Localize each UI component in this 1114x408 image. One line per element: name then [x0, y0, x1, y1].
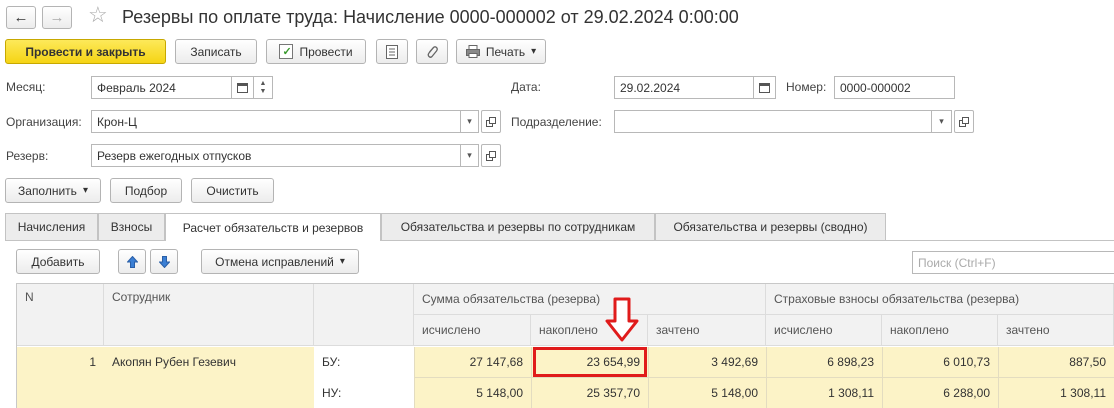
bu-liability-offset[interactable]: 3 492,69: [648, 347, 766, 377]
header-insurance-accrued[interactable]: исчислено: [766, 315, 882, 346]
date-calendar-button[interactable]: [754, 76, 776, 99]
paperclip-icon: [427, 46, 438, 58]
nu-liability-accrued[interactable]: 5 148,00: [414, 378, 531, 408]
header-type: [314, 284, 414, 346]
nu-liability-accumulated[interactable]: 25 357,70: [531, 378, 648, 408]
arrow-up-icon: [126, 255, 138, 268]
reserve-open-button[interactable]: [481, 144, 501, 167]
fill-button[interactable]: Заполнить ▾: [5, 178, 101, 203]
month-calendar-button[interactable]: [232, 76, 254, 99]
header-n[interactable]: N: [17, 284, 104, 346]
open-window-icon: [959, 116, 969, 127]
header-insurance-group: Страховые взносы обязательства (резерва): [766, 284, 1114, 315]
print-button[interactable]: Печать ▾: [456, 39, 546, 64]
organization-open-button[interactable]: [481, 110, 501, 133]
pick-button[interactable]: Подбор: [110, 178, 182, 203]
search-input[interactable]: Поиск (Ctrl+F): [912, 251, 1114, 274]
header-liability-group: Сумма обязательства (резерва): [414, 284, 766, 315]
clear-button[interactable]: Очистить: [191, 178, 274, 203]
tab-accruals[interactable]: Начисления: [5, 213, 98, 240]
post-label: Провести: [299, 44, 353, 59]
search-placeholder: Поиск (Ctrl+F): [918, 255, 996, 270]
arrow-down-icon: [158, 255, 170, 268]
reserve-label: Резерв:: [6, 149, 49, 163]
save-button[interactable]: Записать: [175, 39, 257, 64]
bu-label: БУ:: [322, 355, 341, 369]
month-spin-button[interactable]: ▲ ▼: [254, 76, 273, 99]
spin-down-icon: ▼: [259, 87, 267, 95]
post-icon: ✓: [279, 44, 294, 59]
fill-label: Заполнить: [18, 183, 77, 198]
date-label: Дата:: [511, 80, 541, 94]
organization-dropdown-button[interactable]: ▾: [461, 110, 479, 133]
header-employee[interactable]: Сотрудник: [104, 284, 314, 346]
attach-button[interactable]: [416, 39, 448, 64]
nu-liability-offset[interactable]: 5 148,00: [648, 378, 766, 408]
document-list-icon: [386, 44, 398, 59]
row-number: 1: [89, 355, 96, 369]
department-dropdown-button[interactable]: ▾: [932, 110, 952, 133]
nu-insurance-accrued[interactable]: 1 308,11: [766, 378, 882, 408]
employee-name[interactable]: Акопян Рубен Гезевич: [112, 347, 312, 377]
month-label: Месяц:: [6, 80, 46, 94]
add-button[interactable]: Добавить: [16, 249, 100, 274]
chevron-down-icon: ▾: [339, 256, 345, 267]
annotation-arrow-down-icon: [605, 297, 639, 342]
chevron-down-icon: ▾: [531, 46, 537, 57]
favorite-star-icon[interactable]: ☆: [88, 2, 108, 28]
calendar-icon: [237, 83, 248, 93]
header-insurance-offset[interactable]: зачтено: [998, 315, 1114, 346]
move-down-button[interactable]: [150, 249, 178, 274]
page-title: Резервы по оплате труда: Начисление 0000…: [122, 7, 739, 27]
bu-insurance-accrued[interactable]: 6 898,23: [766, 347, 882, 377]
calendar-icon: [759, 83, 770, 93]
bu-insurance-offset[interactable]: 887,50: [998, 347, 1114, 377]
header-insurance-accumulated[interactable]: накоплено: [882, 315, 998, 346]
chevron-down-icon: ▾: [82, 185, 88, 196]
number-label: Номер:: [786, 80, 827, 94]
nu-insurance-offset[interactable]: 1 308,11: [998, 378, 1114, 408]
department-open-button[interactable]: [954, 110, 974, 133]
highlight-box: [533, 347, 647, 377]
cancel-fixes-button[interactable]: Отмена исправлений ▾: [201, 249, 359, 274]
print-label: Печать: [485, 44, 526, 59]
reserve-dropdown-button[interactable]: ▾: [461, 144, 479, 167]
spin-up-icon: ▲: [259, 79, 267, 87]
header-liability-accrued[interactable]: исчислено: [414, 315, 531, 346]
open-window-icon: [486, 116, 496, 127]
date-field[interactable]: 29.02.2024: [614, 76, 754, 99]
move-up-button[interactable]: [118, 249, 146, 274]
post-and-close-button[interactable]: Провести и закрыть: [5, 39, 166, 64]
tab-employees[interactable]: Обязательства и резервы по сотрудникам: [381, 213, 655, 240]
open-window-icon: [486, 150, 496, 161]
cancel-fixes-label: Отмена исправлений: [215, 254, 334, 269]
list-button[interactable]: [376, 39, 408, 64]
department-label: Подразделение:: [511, 115, 602, 129]
tab-calculation[interactable]: Расчет обязательств и резервов: [165, 213, 381, 241]
post-button[interactable]: ✓ Провести: [266, 39, 366, 64]
forward-button[interactable]: →: [42, 6, 72, 29]
tab-summary[interactable]: Обязательства и резервы (сводно): [655, 213, 886, 240]
department-field[interactable]: [614, 110, 932, 133]
number-field[interactable]: 0000-000002: [834, 76, 955, 99]
bu-insurance-accumulated[interactable]: 6 010,73: [882, 347, 998, 377]
organization-label: Организация:: [6, 115, 82, 129]
nu-label: НУ:: [322, 386, 342, 400]
printer-icon: [465, 45, 480, 58]
bu-liability-accrued[interactable]: 27 147,68: [414, 347, 531, 377]
tab-contributions[interactable]: Взносы: [98, 213, 165, 240]
header-liability-offset[interactable]: зачтено: [648, 315, 766, 346]
reserve-field[interactable]: Резерв ежегодных отпусков: [91, 144, 461, 167]
month-field[interactable]: Февраль 2024: [91, 76, 232, 99]
organization-field[interactable]: Крон-Ц: [91, 110, 461, 133]
nu-insurance-accumulated[interactable]: 6 288,00: [882, 378, 998, 408]
back-button[interactable]: ←: [6, 6, 36, 29]
